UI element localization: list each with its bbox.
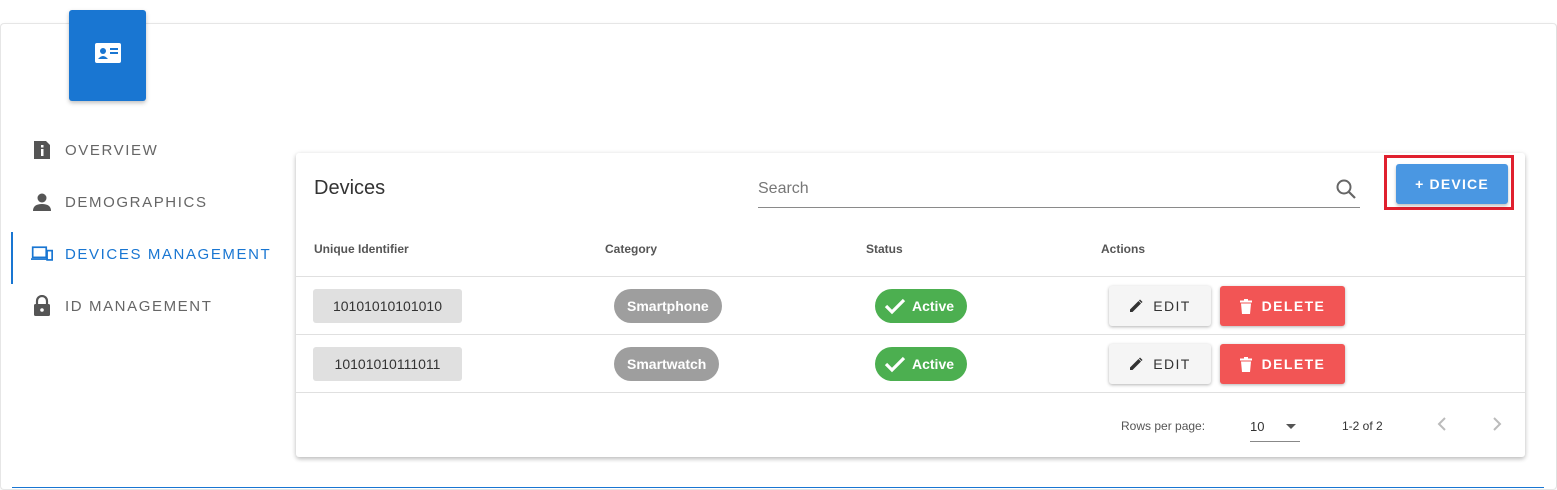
category-chip: Smartwatch (614, 347, 720, 381)
sidebar-item-label: OVERVIEW (65, 141, 159, 159)
overview-info-icon (31, 139, 53, 161)
trash-icon (1239, 356, 1252, 372)
sidebar-item-overview[interactable]: OVERVIEW (0, 124, 280, 176)
sidebar-item-demographics[interactable]: DEMOGRAPHICS (0, 176, 280, 228)
status-label: Active (912, 356, 955, 372)
column-header: Status (866, 242, 903, 256)
add-device-button[interactable]: + DEVICE (1396, 164, 1508, 204)
sidebar-item-id-management[interactable]: ID MANAGEMENT (0, 280, 280, 332)
device-id-chip: 10101010101010 (313, 289, 462, 323)
lock-icon (31, 295, 53, 317)
pencil-icon (1130, 299, 1143, 312)
pencil-icon (1130, 357, 1143, 370)
edit-button[interactable]: EDIT (1109, 286, 1211, 326)
column-header: Category (605, 242, 658, 256)
table-row: 10101010101010 Smartphone Active EDIT DE… (296, 277, 1525, 335)
devices-table-card: Devices + DEVICE Unique Identifier Categ… (296, 153, 1525, 457)
table-header: Unique Identifier Category Status Action… (296, 231, 1525, 277)
chevron-left-icon (1437, 417, 1446, 431)
sidebar-item-label: DEVICES MANAGEMENT (65, 245, 272, 263)
table-pagination: Rows per page: 10 1-2 of 2 (296, 393, 1525, 457)
edit-button[interactable]: EDIT (1109, 344, 1211, 384)
device-id-chip: 10101010111011 (313, 347, 462, 381)
bottom-divider (12, 487, 1544, 488)
rows-per-page-select[interactable]: 10 (1250, 413, 1300, 442)
trash-icon (1239, 298, 1252, 314)
search-input[interactable] (758, 175, 1318, 203)
check-icon (884, 356, 906, 373)
status-label: Active (912, 298, 955, 314)
table-row: 10101010111011 Smartwatch Active EDIT DE… (296, 335, 1525, 393)
category-chip: Smartphone (614, 289, 722, 323)
edit-label: EDIT (1153, 356, 1191, 372)
delete-label: DELETE (1261, 298, 1326, 314)
person-icon (31, 191, 53, 213)
search-icon[interactable] (1334, 177, 1358, 201)
devices-title: Devices (314, 177, 386, 199)
check-icon (884, 298, 906, 315)
sidebar-item-label: ID MANAGEMENT (65, 297, 213, 315)
rows-per-page-value: 10 (1250, 419, 1265, 434)
rows-per-page-label: Rows per page: (1121, 419, 1206, 433)
search-field (758, 175, 1360, 208)
delete-button[interactable]: DELETE (1220, 344, 1345, 384)
delete-button[interactable]: DELETE (1220, 286, 1345, 326)
sidebar-item-label: DEMOGRAPHICS (65, 193, 208, 211)
pagination-range: 1-2 of 2 (1342, 419, 1383, 433)
next-page-button[interactable] (1482, 409, 1512, 439)
delete-label: DELETE (1261, 356, 1326, 372)
sidebar-item-devices-management[interactable]: DEVICES MANAGEMENT (0, 228, 280, 284)
previous-page-button[interactable] (1427, 409, 1457, 439)
column-header: Actions (1101, 242, 1146, 256)
header-badge (69, 10, 146, 101)
column-header: Unique Identifier (314, 242, 409, 256)
devices-icon (31, 243, 53, 265)
status-badge: Active (875, 347, 968, 381)
dropdown-arrow-icon (1286, 424, 1296, 429)
chevron-right-icon (1493, 417, 1502, 431)
sidebar-nav: OVERVIEW DEMOGRAPHICS DEVICES MANAGEMENT (0, 124, 280, 332)
status-badge: Active (875, 289, 968, 323)
id-card-icon (94, 42, 122, 69)
edit-label: EDIT (1153, 298, 1191, 314)
